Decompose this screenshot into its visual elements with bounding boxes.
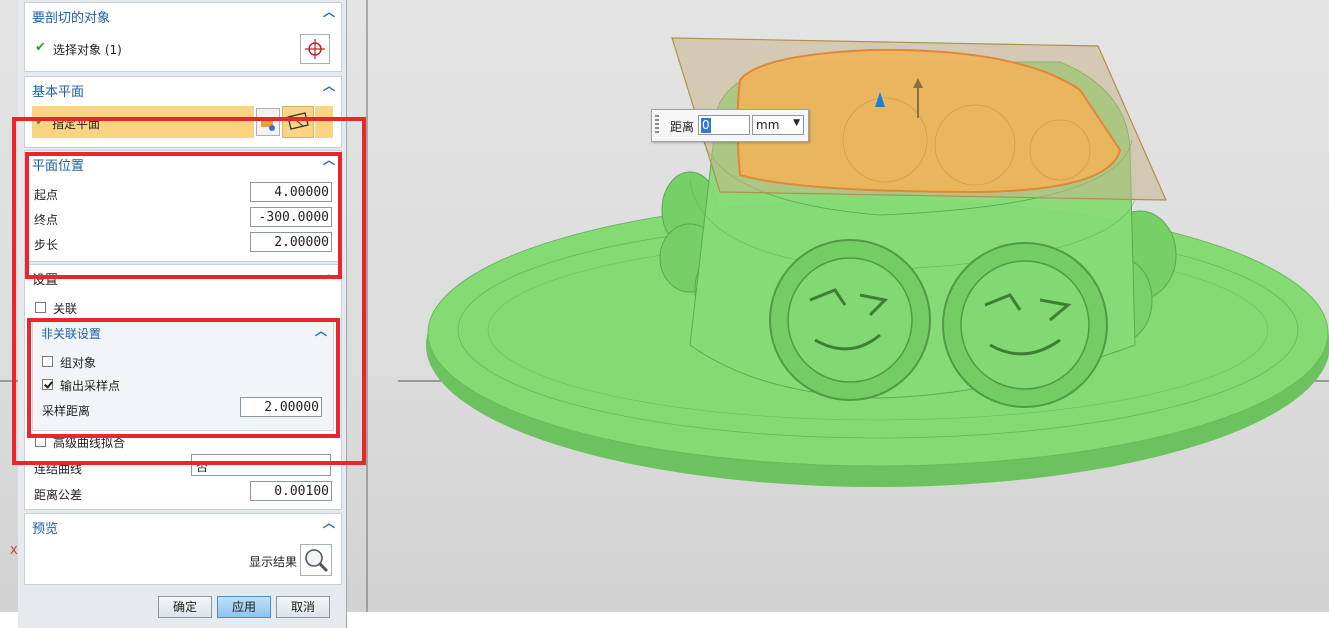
group-objects-label: 组对象 <box>60 356 97 370</box>
unit-select[interactable]: mm ▼ <box>752 115 804 135</box>
chevron-up-icon[interactable]: ︿ <box>323 517 335 529</box>
associative-checkbox[interactable] <box>35 302 46 313</box>
subgroup-title: 非关联设置 <box>41 327 102 341</box>
specify-plane-row[interactable]: ✔ 指定平面 <box>32 106 254 138</box>
apply-button[interactable]: 应用 <box>217 596 271 618</box>
group-title: 要剖切的对象 <box>32 11 111 26</box>
end-label: 终点 <box>34 213 59 227</box>
step-input[interactable]: 2.00000 <box>250 232 332 252</box>
distance-input[interactable]: 0 <box>698 115 750 135</box>
distance-dynamic-input: 距离 0 mm ▼ <box>651 109 809 142</box>
select-object-button[interactable] <box>300 34 330 64</box>
checkmark-icon: ✔ <box>35 40 46 55</box>
advanced-fit-checkbox[interactable] <box>35 436 46 447</box>
plane-constructor-icon <box>261 119 275 131</box>
group-title: 平面位置 <box>32 159 85 174</box>
non-assoc-subgroup: 非关联设置 ︿ 组对象 输出采样点 采样距离 2.00000 <box>32 321 334 431</box>
distance-tolerance-input[interactable]: 0.00100 <box>250 481 332 501</box>
settings-group: 设置 ︿ 关联 非关联设置 ︿ 组对象 输出采样点 采样距离 2.00000 高… <box>24 264 342 510</box>
chevron-down-icon: ▼ <box>793 118 800 128</box>
chevron-up-icon[interactable]: ︿ <box>323 154 335 166</box>
plane-position-group: 平面位置 ︿ 起点 4.00000 终点 -300.0000 步长 2.0000… <box>24 150 342 262</box>
ok-button[interactable]: 确定 <box>158 596 212 618</box>
cancel-button[interactable]: 取消 <box>276 596 330 618</box>
chevron-up-icon[interactable]: ︿ <box>315 325 327 337</box>
advanced-fit-label: 高级曲线拟合 <box>53 436 126 450</box>
inferred-plane-icon <box>287 112 309 130</box>
chevron-up-icon[interactable]: ︿ <box>323 6 335 18</box>
step-label: 步长 <box>34 238 59 252</box>
show-result-button[interactable] <box>300 544 332 576</box>
connect-curves-select[interactable]: 否 <box>191 454 331 476</box>
select-object-label[interactable]: 选择对象 (1) <box>53 41 122 58</box>
start-input[interactable]: 4.00000 <box>250 182 332 202</box>
output-points-label: 输出采样点 <box>60 379 121 393</box>
grip-handle[interactable] <box>655 115 659 135</box>
sample-distance-input[interactable]: 2.00000 <box>240 397 322 417</box>
start-label: 起点 <box>34 188 59 202</box>
base-plane-group: 基本平面 ︿ ✔ 指定平面 <box>24 76 342 148</box>
group-title: 基本平面 <box>32 85 85 100</box>
chevron-up-icon[interactable]: ︿ <box>323 268 335 280</box>
magnifier-icon <box>305 549 329 573</box>
plane-type-dropdown[interactable] <box>315 106 333 138</box>
preview-group: 预览 ︿ 显示结果 <box>24 513 342 585</box>
group-objects-checkbox[interactable] <box>42 356 53 367</box>
objects-group: 要剖切的对象 ︿ ✔ 选择对象 (1) <box>24 2 342 72</box>
section-curve-dialog: 要剖切的对象 ︿ ✔ 选择对象 (1) 基本平面 ︿ ✔ 指定平面 平面位置 ︿… <box>18 0 347 628</box>
associative-label: 关联 <box>53 302 78 316</box>
group-title: 设置 <box>32 273 59 288</box>
plane-type-button[interactable] <box>282 106 314 138</box>
chevron-up-icon[interactable]: ︿ <box>323 80 335 92</box>
end-input[interactable]: -300.0000 <box>250 207 332 227</box>
group-title: 预览 <box>32 522 59 537</box>
sample-distance-label: 采样距离 <box>42 404 91 418</box>
connect-curves-label: 连结曲线 <box>34 462 83 476</box>
axis-x-label: X <box>10 544 18 557</box>
plane-dialog-button[interactable] <box>256 108 280 136</box>
crosshair-icon <box>305 39 325 59</box>
distance-label: 距离 <box>670 120 695 134</box>
checkmark-icon: ✔ <box>35 114 46 129</box>
specify-plane-label: 指定平面 <box>52 117 101 131</box>
output-points-checkbox[interactable] <box>42 379 53 390</box>
show-result-label: 显示结果 <box>249 555 298 569</box>
distance-tolerance-label: 距离公差 <box>34 488 83 502</box>
